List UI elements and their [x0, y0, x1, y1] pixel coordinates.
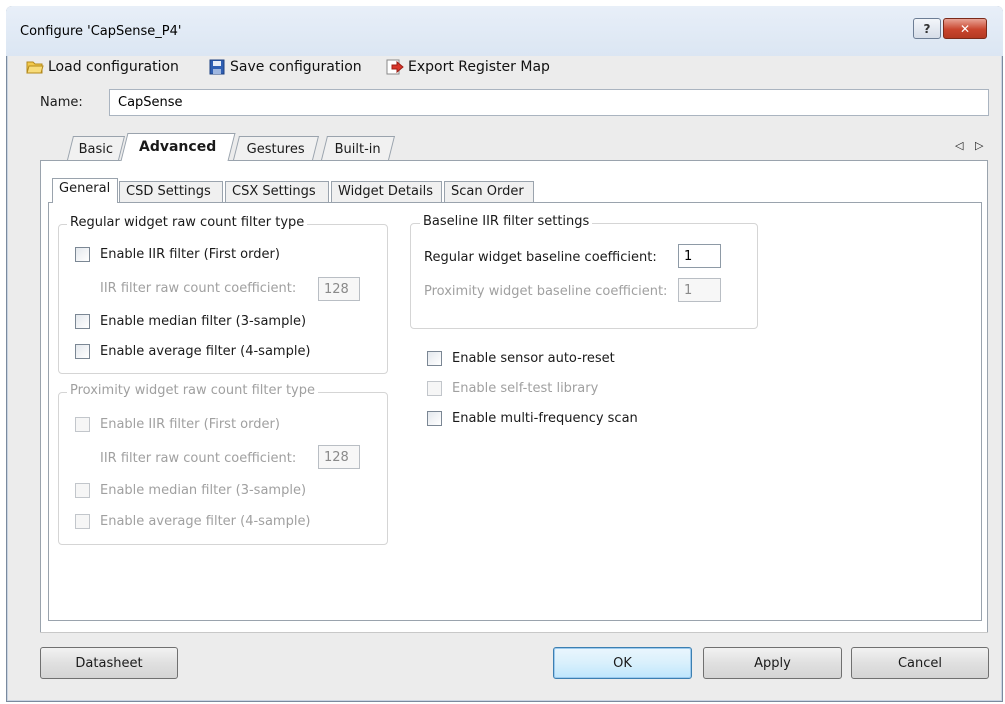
self-test-library-checkbox[interactable]: Enable self-test library — [427, 381, 598, 396]
multi-frequency-scan-checkbox[interactable]: Enable multi-frequency scan — [427, 411, 638, 426]
window-title: Configure 'CapSense_P4' — [20, 24, 182, 39]
regular-baseline-label: Regular widget baseline coefficient: — [424, 250, 657, 265]
regular-iir-check[interactable] — [75, 247, 90, 262]
help-icon: ? — [923, 21, 931, 36]
multi-frequency-scan-check[interactable] — [427, 411, 442, 426]
name-label: Name: — [40, 95, 83, 110]
export-register-map-label: Export Register Map — [408, 59, 550, 75]
self-test-library-check[interactable] — [427, 381, 442, 396]
folder-open-icon — [26, 59, 44, 75]
sensor-auto-reset-checkbox[interactable]: Enable sensor auto-reset — [427, 351, 615, 366]
proximity-iir-coef-label: IIR filter raw count coefficient: — [100, 451, 297, 466]
regular-median-check[interactable] — [75, 314, 90, 329]
name-input[interactable] — [109, 89, 989, 116]
tab-widget-details[interactable]: Widget Details — [331, 181, 442, 202]
regular-iir-checkbox[interactable]: Enable IIR filter (First order) — [75, 247, 280, 262]
ok-button[interactable]: OK — [553, 647, 692, 679]
regular-iir-coef-label: IIR filter raw count coefficient: — [100, 281, 297, 296]
cancel-button[interactable]: Cancel — [851, 647, 989, 679]
proximity-iir-check[interactable] — [75, 417, 90, 432]
sensor-auto-reset-check[interactable] — [427, 351, 442, 366]
tab-csx-settings[interactable]: CSX Settings — [225, 181, 329, 202]
regular-average-check[interactable] — [75, 344, 90, 359]
load-configuration-label: Load configuration — [48, 59, 179, 75]
save-configuration-button[interactable]: Save configuration — [208, 56, 362, 78]
proximity-filter-title: Proximity widget raw count filter type — [67, 383, 319, 398]
close-button[interactable]: ✕ — [943, 18, 987, 39]
tab-scan-order[interactable]: Scan Order — [444, 181, 534, 202]
load-configuration-button[interactable]: Load configuration — [26, 56, 179, 78]
floppy-disk-icon — [208, 59, 226, 75]
proximity-average-check[interactable] — [75, 514, 90, 529]
tab-gestures[interactable]: Gestures — [233, 136, 319, 160]
footer-separator — [40, 632, 988, 633]
save-configuration-label: Save configuration — [230, 59, 362, 75]
regular-filter-title: Regular widget raw count filter type — [67, 215, 308, 230]
proximity-average-checkbox[interactable]: Enable average filter (4-sample) — [75, 514, 311, 529]
regular-iir-coef-input[interactable] — [318, 277, 360, 301]
help-button[interactable]: ? — [913, 18, 941, 39]
baseline-iir-group — [410, 223, 758, 329]
regular-average-checkbox[interactable]: Enable average filter (4-sample) — [75, 344, 311, 359]
apply-button[interactable]: Apply — [703, 647, 842, 679]
export-register-map-button[interactable]: Export Register Map — [386, 56, 550, 78]
tab-basic[interactable]: Basic — [67, 136, 125, 160]
tab-scroll-arrows[interactable]: ◁ ▷ — [955, 139, 987, 152]
proximity-baseline-label: Proximity widget baseline coefficient: — [424, 284, 668, 299]
datasheet-button[interactable]: Datasheet — [40, 647, 178, 679]
export-arrow-icon — [386, 59, 404, 75]
regular-baseline-input[interactable] — [678, 244, 721, 268]
tab-csd-settings[interactable]: CSD Settings — [119, 181, 223, 202]
proximity-baseline-input[interactable] — [678, 278, 721, 302]
regular-median-checkbox[interactable]: Enable median filter (3-sample) — [75, 314, 306, 329]
baseline-iir-title: Baseline IIR filter settings — [420, 214, 593, 229]
proximity-median-check[interactable] — [75, 483, 90, 498]
close-icon: ✕ — [959, 21, 971, 36]
proximity-iir-coef-input[interactable] — [318, 445, 360, 469]
proximity-iir-checkbox[interactable]: Enable IIR filter (First order) — [75, 417, 280, 432]
proximity-median-checkbox[interactable]: Enable median filter (3-sample) — [75, 483, 306, 498]
tab-general[interactable]: General — [52, 178, 118, 203]
tab-advanced[interactable]: Advanced — [120, 133, 236, 161]
tab-built-in[interactable]: Built-in — [321, 136, 395, 160]
